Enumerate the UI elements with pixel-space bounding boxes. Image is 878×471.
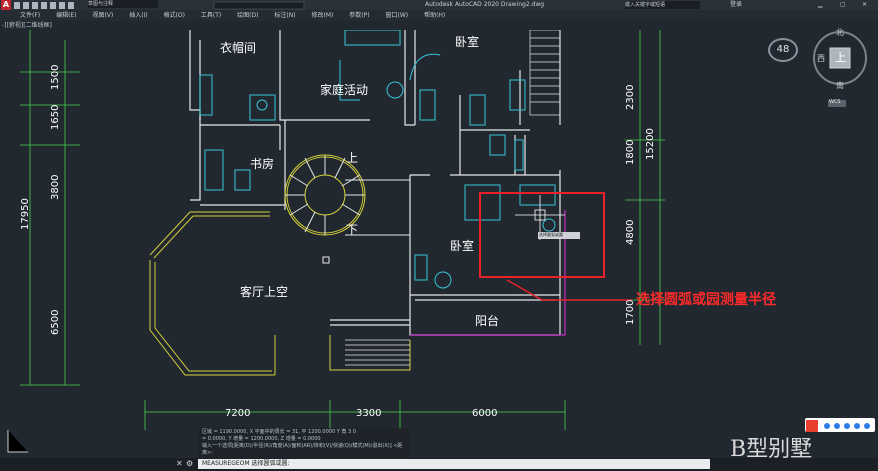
viewcube-top[interactable]: 上 bbox=[835, 49, 846, 65]
menu-insert[interactable]: 插入(I) bbox=[129, 10, 147, 21]
stairs-up-label: 上 bbox=[346, 151, 359, 165]
wcs-label[interactable]: WCS bbox=[829, 99, 841, 105]
title-bar: A 草图与注释 Autodesk AutoCAD 2020 Drawing2.d… bbox=[0, 0, 878, 10]
menu-dimension[interactable]: 标注(N) bbox=[274, 10, 295, 21]
dim-right-3: 4800 bbox=[625, 219, 636, 245]
command-input[interactable]: MEASUREGEOM 选择圆弧或圆: bbox=[198, 459, 710, 469]
menu-modify[interactable]: 修改(M) bbox=[312, 10, 334, 21]
maximize-button[interactable]: ▢ bbox=[840, 0, 846, 10]
layer-dropdown bbox=[213, 1, 305, 10]
room-family: 家庭活动 bbox=[320, 83, 369, 97]
dim-right-2: 1800 bbox=[625, 139, 636, 165]
dim-bottom-3: 6000 bbox=[472, 408, 498, 419]
menu-help[interactable]: 帮助(H) bbox=[424, 10, 445, 21]
dim-left-3: 3800 bbox=[50, 174, 61, 200]
measure-line-1: 区域 = 1190.0000, X 平面中的周长 = 31, 平 1200.00… bbox=[202, 429, 356, 435]
close-cmd-icon[interactable]: ✕ bbox=[176, 459, 183, 468]
menu-view[interactable]: 视图(V) bbox=[92, 10, 113, 21]
red-annotation: 选择圆弧或园测量半径 bbox=[636, 292, 776, 308]
minimize-button[interactable]: ▁ bbox=[818, 0, 823, 10]
room-bedroom-top: 卧室 bbox=[455, 35, 480, 49]
right-stair bbox=[529, 30, 561, 116]
dim-bottom-2: 3300 bbox=[356, 408, 382, 419]
room-bedroom-mid: 卧室 bbox=[450, 239, 475, 253]
zoom-level-indicator[interactable]: 48 bbox=[768, 38, 798, 62]
viewcube-north[interactable]: 北 bbox=[836, 27, 844, 38]
menu-edit[interactable]: 编辑(E) bbox=[56, 10, 76, 21]
dim-right-1: 2300 bbox=[625, 84, 636, 110]
room-study: 书房 bbox=[250, 157, 275, 171]
dim-right-4: 1700 bbox=[625, 299, 636, 325]
menu-draw[interactable]: 绘图(D) bbox=[237, 10, 258, 21]
room-cloakroom: 衣帽间 bbox=[220, 41, 257, 55]
dim-left-2: 1650 bbox=[50, 104, 61, 130]
room-living: 客厅上空 bbox=[240, 285, 289, 299]
stairs-bottom bbox=[345, 339, 410, 366]
new-icon bbox=[14, 2, 20, 9]
drawing-canvas[interactable]: 衣帽间 家庭活动 卧室 书房 上 下 客厅上空 卧室 阳台 7200 3300 … bbox=[0, 30, 878, 458]
viewcube[interactable]: 上 北 南 西 WCS bbox=[808, 28, 878, 112]
room-balcony: 阳台 bbox=[475, 314, 500, 328]
redo-icon bbox=[68, 2, 74, 9]
close-button[interactable]: ✕ bbox=[862, 0, 867, 10]
menu-file[interactable]: 文件(F) bbox=[20, 10, 40, 21]
saveas-icon bbox=[41, 2, 47, 9]
workspace-dropdown[interactable]: 草图与注释 bbox=[88, 0, 158, 8]
dim-bottom-1: 7200 bbox=[225, 408, 251, 419]
stairs-down-label: 下 bbox=[346, 223, 359, 237]
menu-format[interactable]: 格式(O) bbox=[164, 10, 185, 21]
dim-left-4: 6500 bbox=[50, 309, 61, 335]
dim-left-total: 17950 bbox=[20, 198, 31, 230]
viewport-label[interactable]: -][俯视][二维线框] bbox=[0, 21, 142, 30]
wrench-icon[interactable]: ⚙ bbox=[186, 459, 193, 468]
menu-parametric[interactable]: 参数(P) bbox=[349, 10, 369, 21]
menu-tools[interactable]: 工具(T) bbox=[201, 10, 221, 21]
window-title: Autodesk AutoCAD 2020 Drawing2.dwg bbox=[425, 1, 545, 8]
dim-left-1: 1500 bbox=[50, 64, 61, 90]
login-label[interactable]: 登录 bbox=[730, 0, 742, 10]
viewcube-south[interactable]: 南 bbox=[836, 80, 844, 91]
menu-window[interactable]: 窗口(W) bbox=[386, 10, 409, 21]
dim-right-total: 15200 bbox=[645, 128, 656, 160]
measure-line-2: = 0.0000, Y 增量 = 1200.0000, Z 增量 = 0.000… bbox=[202, 436, 321, 442]
menu-bar: 文件(F) 编辑(E) 视图(V) 插入(I) 格式(O) 工具(T) 绘图(D… bbox=[0, 10, 878, 21]
open-icon bbox=[23, 2, 29, 9]
measure-result-panel: 区域 = 1190.0000, X 平面中的周长 = 31, 平 1200.00… bbox=[199, 428, 409, 458]
viewcube-west[interactable]: 西 bbox=[817, 53, 825, 64]
measure-options: 输入一个选项[距离(D)/半径(R)/角度(A)/面积(AR)/体积(V)/快速… bbox=[202, 443, 403, 456]
cursor-tooltip: 选择圆弧或圆 bbox=[539, 232, 563, 237]
search-input[interactable]: 键入关键字或短语 bbox=[625, 1, 700, 9]
ucs-icon bbox=[7, 430, 28, 453]
autocad-logo-icon[interactable]: A bbox=[1, 0, 11, 10]
plot-icon bbox=[50, 2, 56, 9]
save-icon bbox=[32, 2, 38, 9]
ime-toolbar[interactable] bbox=[805, 418, 875, 432]
undo-icon bbox=[59, 2, 65, 9]
